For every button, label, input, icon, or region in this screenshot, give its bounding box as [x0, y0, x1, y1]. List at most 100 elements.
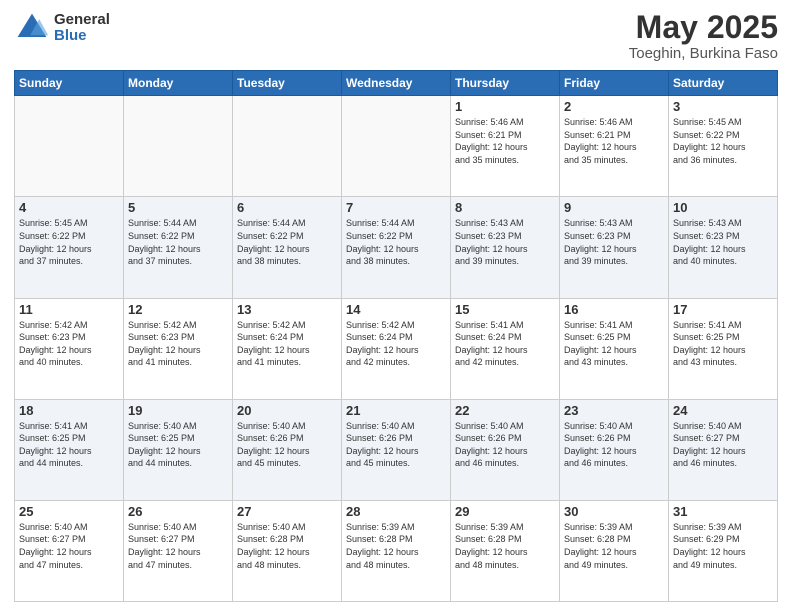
day-number: 21 — [346, 403, 446, 418]
day-info: Sunrise: 5:39 AM Sunset: 6:28 PM Dayligh… — [564, 521, 664, 571]
calendar-cell: 13 Sunrise: 5:42 AM Sunset: 6:24 PM Dayli… — [233, 298, 342, 399]
calendar-cell: 3 Sunrise: 5:45 AM Sunset: 6:22 PM Daylig… — [669, 96, 778, 197]
day-info: Sunrise: 5:41 AM Sunset: 6:25 PM Dayligh… — [564, 319, 664, 369]
day-number: 17 — [673, 302, 773, 317]
col-tuesday: Tuesday — [233, 71, 342, 96]
calendar-cell: 9 Sunrise: 5:43 AM Sunset: 6:23 PM Daylig… — [560, 197, 669, 298]
day-number: 14 — [346, 302, 446, 317]
logo-blue-text: Blue — [54, 28, 110, 45]
week-row-1: 1 Sunrise: 5:46 AM Sunset: 6:21 PM Daylig… — [15, 96, 778, 197]
calendar-cell: 11Sunrise: 5:42 AM Sunset: 6:23 PM Dayli… — [15, 298, 124, 399]
logo: General Blue — [14, 10, 110, 46]
day-number: 20 — [237, 403, 337, 418]
logo-text: General Blue — [54, 12, 110, 45]
calendar-header-row: Sunday Monday Tuesday Wednesday Thursday… — [15, 71, 778, 96]
day-info: Sunrise: 5:42 AM Sunset: 6:23 PM Dayligh… — [128, 319, 228, 369]
logo-general-text: General — [54, 12, 110, 29]
day-number: 2 — [564, 99, 664, 114]
calendar-cell: 26 Sunrise: 5:40 AM Sunset: 6:27 PM Dayli… — [124, 500, 233, 601]
calendar-cell: 8 Sunrise: 5:43 AM Sunset: 6:23 PM Daylig… — [451, 197, 560, 298]
day-number: 27 — [237, 504, 337, 519]
calendar-cell: 16 Sunrise: 5:41 AM Sunset: 6:25 PM Dayli… — [560, 298, 669, 399]
week-row-4: 18 Sunrise: 5:41 AM Sunset: 6:25 PM Dayli… — [15, 399, 778, 500]
day-info: Sunrise: 5:46 AM Sunset: 6:21 PM Dayligh… — [455, 116, 555, 166]
day-info: Sunrise: 5:43 AM Sunset: 6:23 PM Dayligh… — [564, 217, 664, 267]
week-row-5: 25 Sunrise: 5:40 AM Sunset: 6:27 PM Dayli… — [15, 500, 778, 601]
day-info: Sunrise: 5:43 AM Sunset: 6:23 PM Dayligh… — [673, 217, 773, 267]
day-number: 18 — [19, 403, 119, 418]
day-info: Sunrise: 5:40 AM Sunset: 6:28 PM Dayligh… — [237, 521, 337, 571]
day-number: 25 — [19, 504, 119, 519]
day-info: Sunrise: 5:39 AM Sunset: 6:29 PM Dayligh… — [673, 521, 773, 571]
day-info: Sunrise: 5:39 AM Sunset: 6:28 PM Dayligh… — [455, 521, 555, 571]
day-info: Sunrise: 5:41 AM Sunset: 6:24 PM Dayligh… — [455, 319, 555, 369]
week-row-2: 4 Sunrise: 5:45 AM Sunset: 6:22 PM Daylig… — [15, 197, 778, 298]
day-number: 4 — [19, 200, 119, 215]
day-info: Sunrise: 5:41 AM Sunset: 6:25 PM Dayligh… — [19, 420, 119, 470]
calendar-cell: 20 Sunrise: 5:40 AM Sunset: 6:26 PM Dayli… — [233, 399, 342, 500]
day-number: 29 — [455, 504, 555, 519]
calendar-cell — [233, 96, 342, 197]
day-number: 8 — [455, 200, 555, 215]
day-info: Sunrise: 5:40 AM Sunset: 6:27 PM Dayligh… — [673, 420, 773, 470]
calendar-cell: 30 Sunrise: 5:39 AM Sunset: 6:28 PM Dayli… — [560, 500, 669, 601]
day-info: Sunrise: 5:39 AM Sunset: 6:28 PM Dayligh… — [346, 521, 446, 571]
col-thursday: Thursday — [451, 71, 560, 96]
main-title: May 2025 — [629, 10, 778, 45]
calendar-cell: 6 Sunrise: 5:44 AM Sunset: 6:22 PM Daylig… — [233, 197, 342, 298]
calendar-cell: 29 Sunrise: 5:39 AM Sunset: 6:28 PM Dayli… — [451, 500, 560, 601]
calendar-cell: 7Sunrise: 5:44 AM Sunset: 6:22 PM Daylig… — [342, 197, 451, 298]
day-number: 26 — [128, 504, 228, 519]
calendar-cell: 23Sunrise: 5:40 AM Sunset: 6:26 PM Dayli… — [560, 399, 669, 500]
day-number: 3 — [673, 99, 773, 114]
day-info: Sunrise: 5:44 AM Sunset: 6:22 PM Dayligh… — [237, 217, 337, 267]
day-info: Sunrise: 5:43 AM Sunset: 6:23 PM Dayligh… — [455, 217, 555, 267]
calendar-cell: 10 Sunrise: 5:43 AM Sunset: 6:23 PM Dayli… — [669, 197, 778, 298]
day-info: Sunrise: 5:40 AM Sunset: 6:27 PM Dayligh… — [128, 521, 228, 571]
day-info: Sunrise: 5:40 AM Sunset: 6:25 PM Dayligh… — [128, 420, 228, 470]
calendar-cell: 21 Sunrise: 5:40 AM Sunset: 6:26 PM Dayli… — [342, 399, 451, 500]
day-number: 10 — [673, 200, 773, 215]
day-info: Sunrise: 5:45 AM Sunset: 6:22 PM Dayligh… — [673, 116, 773, 166]
day-info: Sunrise: 5:40 AM Sunset: 6:26 PM Dayligh… — [237, 420, 337, 470]
day-info: Sunrise: 5:42 AM Sunset: 6:24 PM Dayligh… — [346, 319, 446, 369]
day-number: 22 — [455, 403, 555, 418]
col-sunday: Sunday — [15, 71, 124, 96]
day-number: 9 — [564, 200, 664, 215]
day-number: 1 — [455, 99, 555, 114]
calendar-cell: 2 Sunrise: 5:46 AM Sunset: 6:21 PM Daylig… — [560, 96, 669, 197]
calendar-cell: 25Sunrise: 5:40 AM Sunset: 6:27 PM Dayli… — [15, 500, 124, 601]
day-info: Sunrise: 5:44 AM Sunset: 6:22 PM Dayligh… — [128, 217, 228, 267]
day-info: Sunrise: 5:45 AM Sunset: 6:22 PM Dayligh… — [19, 217, 119, 267]
calendar-cell: 27 Sunrise: 5:40 AM Sunset: 6:28 PM Dayli… — [233, 500, 342, 601]
day-number: 30 — [564, 504, 664, 519]
day-info: Sunrise: 5:42 AM Sunset: 6:24 PM Dayligh… — [237, 319, 337, 369]
calendar-cell: 17Sunrise: 5:41 AM Sunset: 6:25 PM Dayli… — [669, 298, 778, 399]
day-number: 23 — [564, 403, 664, 418]
day-number: 5 — [128, 200, 228, 215]
calendar-cell: 31Sunrise: 5:39 AM Sunset: 6:29 PM Dayli… — [669, 500, 778, 601]
day-number: 16 — [564, 302, 664, 317]
calendar-cell: 5 Sunrise: 5:44 AM Sunset: 6:22 PM Daylig… — [124, 197, 233, 298]
day-number: 13 — [237, 302, 337, 317]
calendar-cell — [15, 96, 124, 197]
day-number: 15 — [455, 302, 555, 317]
calendar-cell: 14 Sunrise: 5:42 AM Sunset: 6:24 PM Dayli… — [342, 298, 451, 399]
col-monday: Monday — [124, 71, 233, 96]
calendar-cell: 28Sunrise: 5:39 AM Sunset: 6:28 PM Dayli… — [342, 500, 451, 601]
calendar-cell — [124, 96, 233, 197]
calendar-cell: 18 Sunrise: 5:41 AM Sunset: 6:25 PM Dayli… — [15, 399, 124, 500]
calendar-cell: 15 Sunrise: 5:41 AM Sunset: 6:24 PM Dayli… — [451, 298, 560, 399]
day-number: 6 — [237, 200, 337, 215]
day-number: 12 — [128, 302, 228, 317]
page: General Blue May 2025 Toeghin, Burkina F… — [0, 0, 792, 612]
day-info: Sunrise: 5:46 AM Sunset: 6:21 PM Dayligh… — [564, 116, 664, 166]
calendar-cell: 4 Sunrise: 5:45 AM Sunset: 6:22 PM Daylig… — [15, 197, 124, 298]
col-friday: Friday — [560, 71, 669, 96]
col-saturday: Saturday — [669, 71, 778, 96]
day-number: 19 — [128, 403, 228, 418]
week-row-3: 11Sunrise: 5:42 AM Sunset: 6:23 PM Dayli… — [15, 298, 778, 399]
col-wednesday: Wednesday — [342, 71, 451, 96]
day-info: Sunrise: 5:40 AM Sunset: 6:26 PM Dayligh… — [346, 420, 446, 470]
calendar-cell: 1 Sunrise: 5:46 AM Sunset: 6:21 PM Daylig… — [451, 96, 560, 197]
